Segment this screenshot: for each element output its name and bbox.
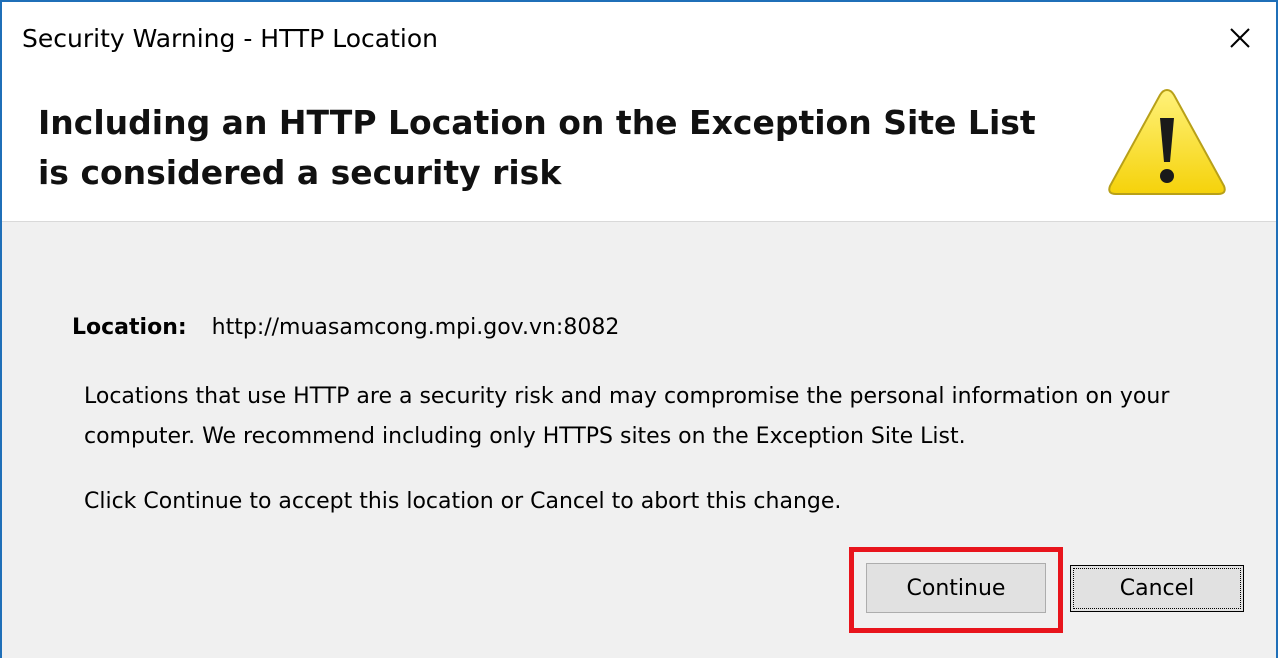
close-icon [1230, 28, 1250, 48]
location-row: Location: http://muasamcong.mpi.gov.vn:8… [72, 315, 619, 340]
continue-button[interactable]: Continue [866, 563, 1046, 613]
close-button[interactable] [1210, 8, 1270, 68]
risk-description: Locations that use HTTP are a security r… [84, 384, 1170, 449]
cancel-button[interactable]: Cancel [1070, 565, 1244, 612]
warning-headline: Including an HTTP Location on the Except… [38, 103, 1036, 192]
instruction-text: Click Continue to accept this location o… [84, 489, 842, 514]
warning-icon [1108, 88, 1226, 195]
location-value: http://muasamcong.mpi.gov.vn:8082 [211, 315, 620, 340]
location-label: Location: [72, 315, 187, 340]
security-warning-dialog: Security Warning - HTTP Location Includi… [0, 0, 1278, 658]
window-title: Security Warning - HTTP Location [22, 24, 438, 53]
header-panel: Including an HTTP Location on the Except… [2, 80, 1276, 222]
title-bar: Security Warning - HTTP Location [2, 2, 1276, 80]
